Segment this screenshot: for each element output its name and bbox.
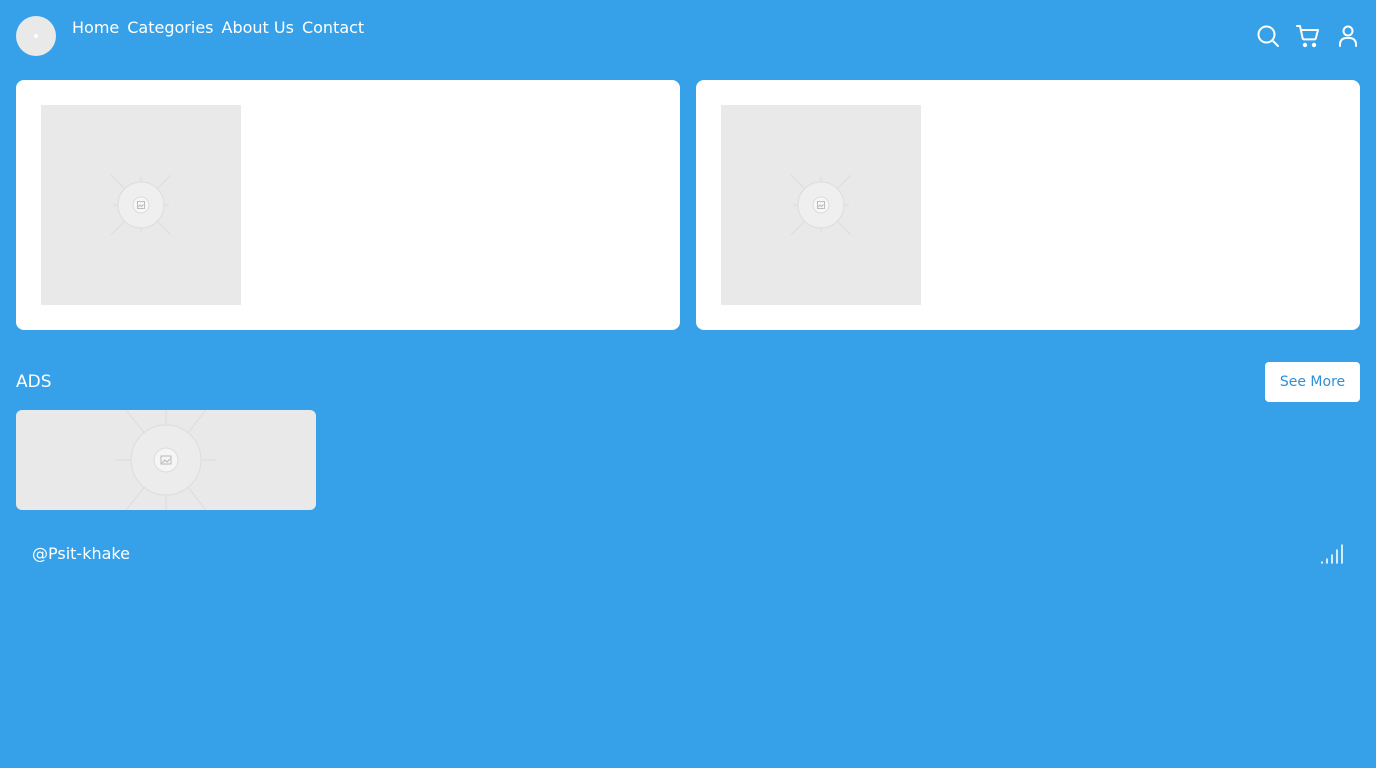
search-icon[interactable] [1256, 24, 1280, 48]
site-header: Home Categories About Us Contact [0, 0, 1376, 72]
footer-handle[interactable]: @Psit-khake [32, 544, 130, 564]
featured-card[interactable] [16, 80, 680, 330]
card-image-placeholder [721, 105, 921, 305]
ad-banner[interactable] [16, 410, 316, 510]
image-placeholder-icon [110, 174, 172, 236]
see-more-button[interactable]: See More [1265, 362, 1360, 402]
image-placeholder-icon [790, 174, 852, 236]
nav-about-us-link[interactable]: About Us [222, 17, 294, 39]
user-icon[interactable] [1336, 24, 1360, 48]
nav-categories-link[interactable]: Categories [127, 17, 213, 39]
nav-home-link[interactable]: Home [72, 17, 119, 39]
image-placeholder-icon [116, 410, 216, 510]
cart-icon[interactable] [1296, 24, 1320, 48]
logo[interactable] [16, 16, 56, 56]
main-nav: Home Categories About Us Contact [72, 17, 364, 39]
signal-bars-icon [1321, 544, 1343, 564]
header-actions [1256, 24, 1360, 48]
card-image-placeholder [41, 105, 241, 305]
featured-card[interactable] [696, 80, 1360, 330]
ads-section-title: ADS [16, 372, 52, 392]
nav-contact-link[interactable]: Contact [302, 17, 364, 39]
